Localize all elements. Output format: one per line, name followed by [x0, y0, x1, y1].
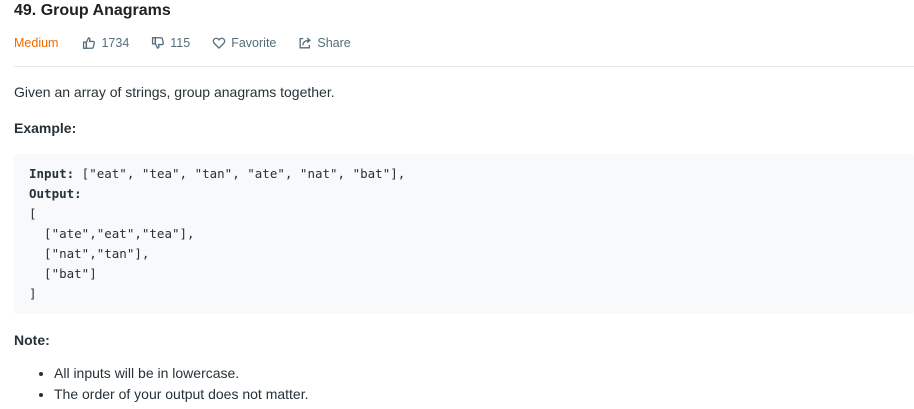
- share-button[interactable]: Share: [298, 36, 351, 50]
- output-line: ]: [29, 286, 37, 301]
- problem-page: 49. Group Anagrams Medium 1734 115 Favor…: [0, 0, 914, 409]
- favorite-label: Favorite: [231, 36, 277, 50]
- dislikes-count: 115: [170, 36, 191, 50]
- output-label: Output:: [29, 186, 82, 201]
- dislike-button[interactable]: 115: [151, 36, 190, 50]
- output-line: ["ate","eat","tea"],: [29, 226, 195, 241]
- like-button[interactable]: 1734: [82, 36, 129, 50]
- likes-count: 1734: [101, 36, 130, 50]
- thumbs-up-icon: [83, 37, 96, 49]
- notes-list: All inputs will be in lowercase. The ord…: [14, 363, 914, 405]
- header-divider: [14, 66, 914, 67]
- input-line: Input: ["eat", "tea", "tan", "ate", "nat…: [29, 164, 899, 184]
- thumbs-down-icon: [152, 37, 165, 49]
- description-text: Given an array of strings, group anagram…: [14, 84, 335, 100]
- output-line: ["nat","tan"],: [29, 246, 150, 261]
- favorite-button[interactable]: Favorite: [212, 36, 276, 50]
- problem-meta-bar: Medium 1734 115 Favorite Share: [14, 34, 373, 52]
- example-heading: Example:: [14, 120, 77, 136]
- difficulty-label: Medium: [14, 36, 59, 50]
- output-line: [: [29, 206, 37, 221]
- input-value: ["eat", "tea", "tan", "ate", "nat", "bat…: [74, 166, 406, 181]
- share-label: Share: [317, 36, 351, 50]
- input-label: Input:: [29, 166, 75, 181]
- note-item: All inputs will be in lowercase.: [54, 363, 914, 384]
- output-line: ["bat"]: [29, 266, 97, 281]
- share-icon: [299, 37, 312, 49]
- problem-description: Given an array of strings, group anagram…: [14, 82, 914, 405]
- example-code-block: Input: ["eat", "tea", "tan", "ate", "nat…: [14, 154, 914, 314]
- note-heading: Note:: [14, 332, 50, 348]
- note-item: The order of your output does not matter…: [54, 384, 914, 405]
- problem-title: 49. Group Anagrams: [14, 2, 171, 19]
- heart-icon: [212, 37, 226, 50]
